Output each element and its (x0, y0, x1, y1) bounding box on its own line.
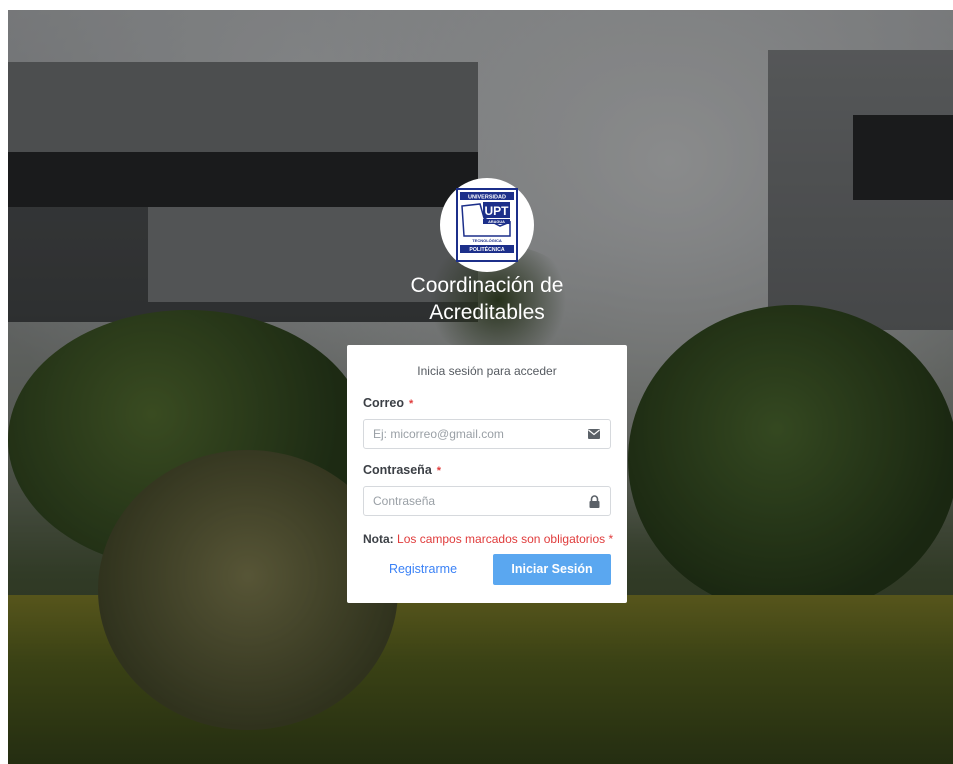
logo-text-1: UNIVERSIDAD (468, 195, 506, 201)
upt-logo-icon: UNIVERSIDAD UPT ARAGUA TECNOLÓGICA POLIT… (456, 188, 518, 262)
logo-text-4: TECNOLÓGICA (472, 238, 502, 243)
note-mark: * (608, 532, 614, 546)
note-prefix: Nota: (363, 532, 394, 546)
lock-icon (587, 494, 601, 508)
email-label: Correo * (363, 396, 611, 412)
required-note: Nota: Los campos marcados son obligatori… (363, 532, 614, 547)
university-logo: UNIVERSIDAD UPT ARAGUA TECNOLÓGICA POLIT… (440, 178, 534, 272)
register-button[interactable]: Registrarme (363, 554, 483, 584)
password-label: Contraseña * (363, 463, 611, 479)
page-title: Coordinación de Acreditables (410, 274, 564, 324)
logo-text-2: UPT (485, 204, 510, 218)
password-label-text: Contraseña (363, 463, 432, 477)
email-required-mark: * (408, 398, 414, 410)
logo-text-3: ARAGUA (488, 220, 505, 224)
logo-text-5: POLITÉCNICA (469, 245, 504, 253)
password-field[interactable] (373, 494, 573, 508)
email-label-text: Correo (363, 396, 404, 410)
password-required-mark: * (436, 465, 442, 477)
email-field-wrapper (363, 419, 611, 449)
email-field[interactable] (373, 427, 573, 441)
note-text: Los campos marcados son obligatorios (397, 532, 606, 546)
login-subtitle: Inicia sesión para acceder (417, 364, 557, 378)
login-button[interactable]: Iniciar Sesión (493, 553, 611, 585)
login-card: Inicia sesión para acceder Correo * Contr… (347, 345, 627, 603)
envelope-icon (587, 427, 601, 441)
password-field-wrapper (363, 486, 611, 516)
login-actions: Registrarme Iniciar Sesión (363, 553, 611, 585)
